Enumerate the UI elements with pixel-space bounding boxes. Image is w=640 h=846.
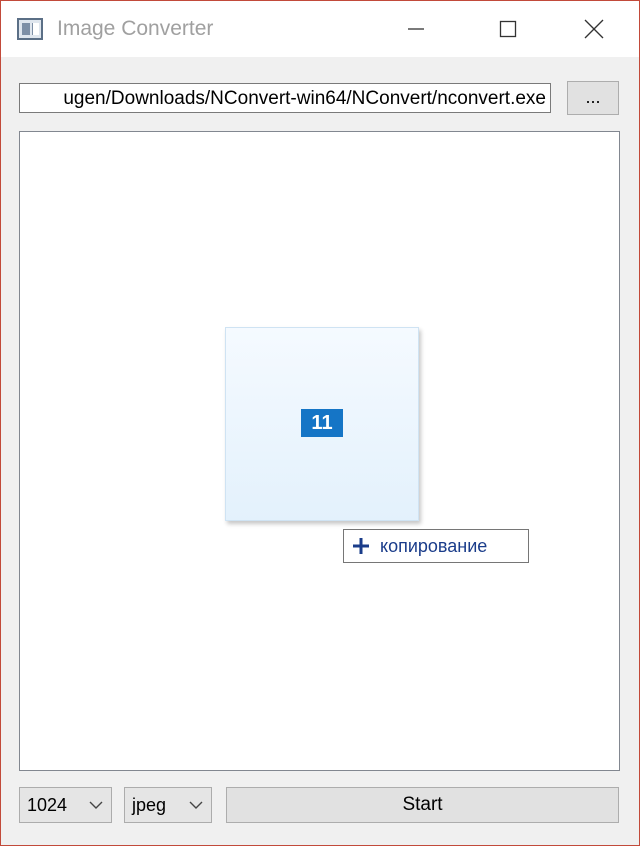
minimize-button[interactable]	[391, 9, 441, 49]
maximize-icon	[499, 20, 517, 38]
close-button[interactable]	[569, 9, 619, 49]
drag-copy-label: копирование	[380, 536, 488, 556]
chevron-down-icon	[89, 801, 103, 809]
format-select-value: jpeg	[132, 795, 167, 815]
app-window-icon	[17, 18, 43, 40]
start-button[interactable]: Start	[226, 787, 619, 823]
browse-button[interactable]: ...	[567, 81, 619, 115]
maximize-button[interactable]	[483, 9, 533, 49]
close-icon	[584, 19, 604, 39]
chevron-down-icon	[189, 801, 203, 809]
format-select[interactable]: jpeg	[124, 787, 212, 823]
drag-copy-tooltip: копирование	[343, 529, 529, 563]
window-title: Image Converter	[57, 17, 214, 40]
drag-count-badge: 11	[301, 409, 343, 437]
plus-icon	[353, 538, 369, 554]
title-bar[interactable]: Image Converter	[1, 1, 639, 57]
minimize-icon	[408, 28, 424, 30]
size-select[interactable]: 1024	[19, 787, 112, 823]
nconvert-path-value: ugen/Downloads/NConvert-win64/NConvert/n…	[63, 88, 546, 109]
app-window: Image Converter ugen/Downloads/NConvert-…	[0, 0, 640, 846]
nconvert-path-input[interactable]: ugen/Downloads/NConvert-win64/NConvert/n…	[19, 83, 551, 113]
size-select-value: 1024	[27, 795, 68, 815]
